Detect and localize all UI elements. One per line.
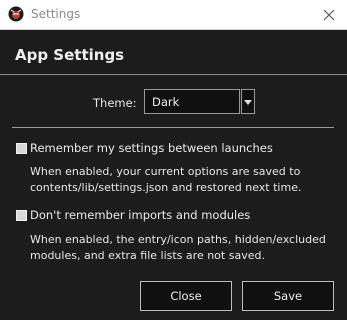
chevron-down-icon — [244, 100, 252, 105]
remember-settings-checkbox-row[interactable]: Remember my settings between launches — [15, 141, 275, 157]
remember-settings-checkbox[interactable] — [16, 143, 27, 154]
remember-settings-description: When enabled, your current options are s… — [30, 164, 301, 196]
close-button[interactable]: Close — [140, 281, 232, 311]
dont-remember-imports-checkbox-row[interactable]: Don't remember imports and modules — [15, 208, 255, 224]
title-bar[interactable]: Settings — [0, 0, 347, 30]
close-icon[interactable] — [319, 5, 339, 25]
section-divider — [12, 127, 334, 128]
description-line: When enabled, the entry/icon paths, hidd… — [30, 233, 326, 246]
settings-window: Settings App Settings Theme: Dark Rememb… — [0, 0, 347, 320]
theme-selected-value: Dark — [152, 95, 180, 109]
theme-select[interactable]: Dark — [144, 89, 240, 114]
description-line: When enabled, your current options are s… — [30, 165, 301, 178]
app-logo-icon — [8, 6, 24, 22]
dont-remember-imports-label: Don't remember imports and modules — [30, 208, 251, 222]
header-divider — [0, 74, 347, 75]
save-button[interactable]: Save — [242, 281, 334, 311]
description-line: contents/lib/settings.json and restored … — [30, 181, 302, 194]
description-line: modules, and extra file lists are not sa… — [30, 249, 265, 262]
dont-remember-imports-checkbox[interactable] — [16, 210, 27, 221]
remember-settings-label: Remember my settings between launches — [30, 141, 273, 155]
page-title: App Settings — [15, 46, 125, 64]
dont-remember-imports-description: When enabled, the entry/icon paths, hidd… — [30, 232, 326, 264]
window-title: Settings — [31, 7, 81, 21]
theme-label: Theme: — [93, 96, 137, 110]
theme-dropdown-button[interactable] — [241, 89, 255, 114]
